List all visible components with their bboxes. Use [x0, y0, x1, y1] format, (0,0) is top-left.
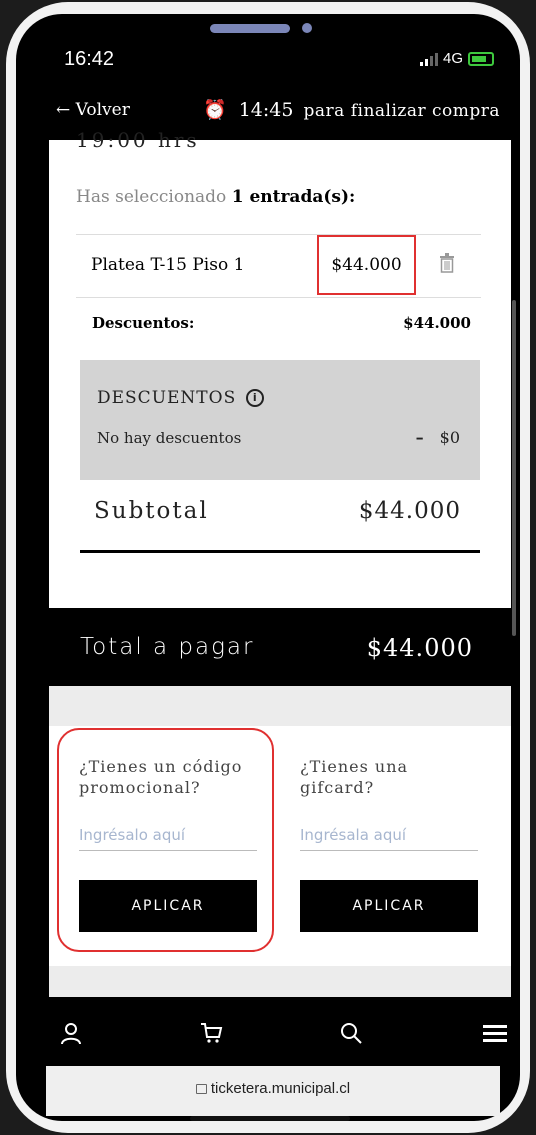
trash-icon[interactable]: [440, 253, 454, 277]
home-indicator[interactable]: [190, 1116, 350, 1121]
apply-giftcard-button[interactable]: APLICAR: [300, 880, 478, 932]
total-value: $44.000: [366, 634, 473, 662]
alarm-clock-icon: ⏰: [203, 99, 227, 121]
discounts-box-title-text: DESCUENTOS: [97, 388, 237, 408]
page-scrollbar[interactable]: [512, 300, 516, 636]
url-display: ticketera.municipal.cl: [46, 1080, 500, 1097]
discounts-total: $44.000: [403, 314, 471, 332]
network-label: 4G: [443, 50, 464, 67]
promo-code-input[interactable]: [79, 820, 257, 851]
subtotal-value: $44.000: [358, 498, 461, 524]
signal-icon: [420, 52, 438, 66]
event-time-partial: 19:00 hrs: [76, 128, 200, 152]
promo-code-question: ¿Tienes un código promocional?: [79, 757, 243, 797]
timer-time: 14:45: [238, 99, 294, 121]
promo-card: ¿Tienes un código promocional? APLICAR ¿…: [49, 726, 511, 966]
discounts-label: Descuentos:: [92, 314, 195, 332]
giftcard-input[interactable]: [300, 820, 478, 851]
selected-prefix: Has seleccionado: [76, 187, 232, 207]
total-bar: Total a pagar $44.000: [49, 608, 511, 686]
discounts-box: DESCUENTOS i No hay descuentos – $0: [80, 360, 480, 480]
discount-value: $0: [439, 428, 460, 447]
apply-promo-code-button[interactable]: APLICAR: [79, 880, 257, 932]
checkout-page: 19:00 hrs Has seleccionado 1 entrada(s):…: [49, 128, 511, 997]
ticket-name: Platea T-15 Piso 1: [91, 255, 245, 275]
user-icon[interactable]: [56, 1018, 86, 1048]
battery-icon: [468, 51, 495, 66]
lock-icon: [195, 1084, 207, 1094]
url-text: ticketera.municipal.cl: [210, 1080, 351, 1097]
bottom-nav: [26, 1000, 520, 1066]
discount-sign: –: [415, 428, 424, 447]
timer-text: para finalizar compra: [303, 101, 501, 121]
cart-icon[interactable]: [196, 1018, 226, 1048]
selected-tickets-label: Has seleccionado 1 entrada(s):: [76, 187, 355, 207]
status-time: 16:42: [64, 48, 115, 70]
discount-amount: – $0: [416, 428, 460, 447]
back-link[interactable]: ← Volver: [56, 100, 130, 120]
ticket-price: $44.000: [317, 235, 416, 295]
subtotal-label: Subtotal: [94, 498, 209, 524]
giftcard-question: ¿Tienes una gifcard?: [300, 757, 409, 797]
search-icon[interactable]: [336, 1018, 366, 1048]
order-summary-card: 19:00 hrs Has seleccionado 1 entrada(s):…: [49, 128, 511, 608]
browser-url-bar[interactable]: ticketera.municipal.cl: [46, 1066, 500, 1116]
menu-icon[interactable]: [480, 1018, 510, 1048]
status-indicators: 4G: [420, 50, 495, 67]
total-label: Total a pagar: [80, 634, 255, 660]
discounts-box-title: DESCUENTOS i: [97, 388, 265, 408]
checkout-timer: ⏰ 14:45 para finalizar compra: [203, 98, 500, 121]
front-camera: [302, 23, 312, 33]
speaker-grille: [210, 24, 290, 33]
no-discounts-text: No hay descuentos: [97, 429, 242, 447]
ticket-row: Platea T-15 Piso 1 $44.000: [76, 234, 481, 298]
selected-count: 1 entrada(s):: [231, 187, 356, 207]
info-icon[interactable]: i: [246, 389, 265, 407]
subtotal-divider: [80, 550, 480, 553]
